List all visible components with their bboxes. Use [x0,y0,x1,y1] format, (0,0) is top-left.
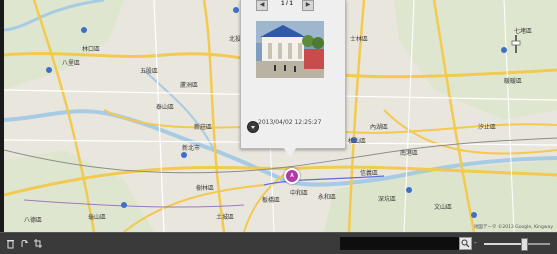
place-label: 蘆洲區 [180,82,199,89]
map-zoom-control[interactable] [511,35,521,53]
map-search-input[interactable] [340,237,462,250]
map-location-marker[interactable]: A [284,168,300,184]
place-label: 永和區 [318,194,337,201]
photo-image [256,21,324,78]
place-label: 八德區 [24,217,43,224]
zoom-slider-fill [484,243,524,245]
popup-pager: ◀ 1 / 1 ▶ [256,0,318,11]
place-label: 中和區 [290,190,309,197]
crop-icon[interactable] [34,238,43,249]
magnifier-icon[interactable] [459,237,472,250]
map-copyright: 地図データ ©2013 Google, Kingway [473,225,553,230]
rotate-icon[interactable] [20,238,29,249]
place-label: 士林區 [350,36,369,43]
next-arrow-icon[interactable]: ▶ [302,0,314,11]
zoom-slider-thumb[interactable] [521,238,528,251]
place-label: 八里區 [62,60,81,67]
photo-timestamp: 2013/04/02 12:25:27 [258,119,322,126]
zoom-out-icon[interactable]: - [474,238,480,247]
place-label: 松山區 [348,138,367,145]
bottom-toolbar: - [0,232,557,254]
place-label: 龜山區 [88,214,107,221]
place-label: 泰山區 [156,104,175,111]
place-label: 暖暖區 [504,78,523,85]
place-label: 深坑區 [378,196,397,203]
prev-arrow-icon[interactable]: ◀ [256,0,268,11]
trash-icon[interactable] [6,238,15,249]
place-label: 樹林區 [196,185,215,192]
place-label: 汐止區 [478,124,497,131]
place-label: 信義區 [360,170,379,177]
place-label: 內湖區 [370,124,389,131]
place-label: 林口區 [82,46,101,53]
place-label: 五股區 [140,68,159,75]
zoom-slider-track[interactable] [484,243,550,245]
place-label: 南港區 [400,150,419,157]
place-label: 文山區 [434,204,453,211]
page-counter: 1 / 1 [281,1,293,7]
place-label: 板橋區 [262,197,281,204]
place-label: 新莊區 [194,124,213,131]
place-label: 土城區 [216,214,235,221]
photo-thumbnail[interactable] [256,21,324,78]
app-window: 林口區 八里區 五股區 蘆洲區 泰山區 新莊區 新北市 龜山區 樹林區 土城區 … [0,0,557,254]
place-label: 七堵區 [514,28,533,35]
zoom-control-icon [511,35,521,53]
place-label: 新北市 [182,145,201,152]
popup-pointer [283,147,297,157]
